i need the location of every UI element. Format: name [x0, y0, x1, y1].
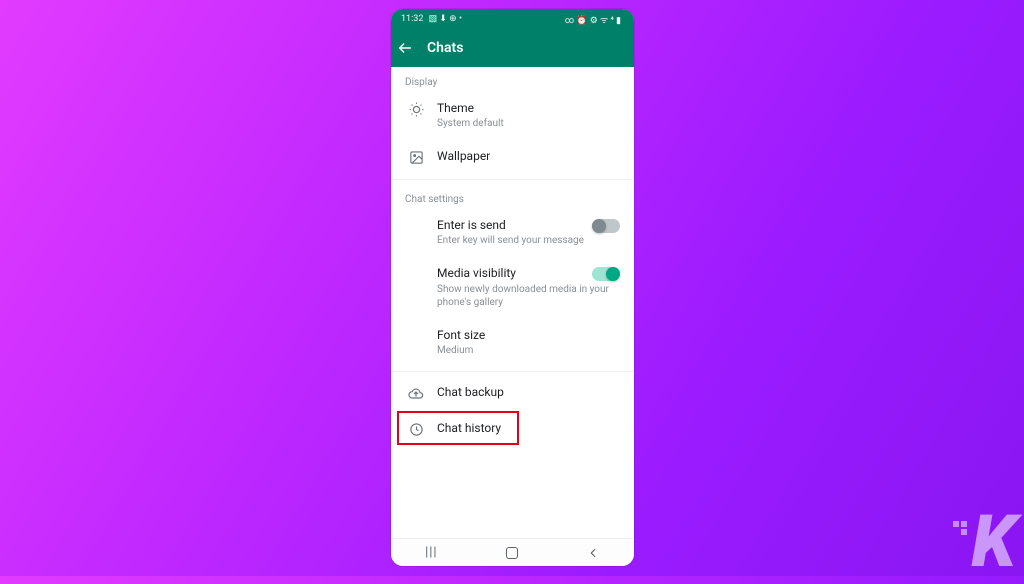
- font-size-title: Font size: [437, 327, 620, 343]
- wallpaper-title: Wallpaper: [437, 148, 620, 164]
- chat-history-title: Chat history: [437, 420, 620, 436]
- android-navbar: |||: [391, 538, 634, 566]
- settings-content: Display Theme System default Wallpaper C…: [391, 67, 634, 447]
- theme-icon: [405, 102, 427, 117]
- enter-is-send-toggle[interactable]: [592, 219, 620, 233]
- row-wallpaper[interactable]: Wallpaper: [391, 140, 634, 175]
- row-theme[interactable]: Theme System default: [391, 92, 634, 140]
- row-chat-backup[interactable]: Chat backup: [391, 376, 634, 412]
- row-chat-history[interactable]: Chat history: [391, 412, 634, 447]
- cloud-upload-icon: [405, 386, 427, 402]
- media-visibility-subtitle: Show newly downloaded media in your phon…: [437, 283, 620, 309]
- section-display-label: Display: [391, 67, 634, 92]
- font-size-subtitle: Medium: [437, 344, 620, 357]
- history-icon: [405, 422, 427, 437]
- wallpaper-icon: [405, 150, 427, 165]
- theme-title: Theme: [437, 100, 620, 116]
- status-bar: 11:32 ▧ ⬇ ⊕ • ∞ ⏰ ⚙ ᯤ ⁴ ▮: [391, 9, 634, 29]
- page-title: Chats: [427, 40, 463, 56]
- enter-is-send-subtitle: Enter key will send your message: [437, 234, 620, 247]
- row-font-size[interactable]: Font size Medium: [391, 319, 634, 367]
- row-enter-is-send[interactable]: Enter is send Enter key will send your m…: [391, 209, 634, 257]
- back-button[interactable]: [397, 40, 425, 56]
- status-time: 11:32: [401, 14, 423, 24]
- section-chatsettings-label: Chat settings: [391, 184, 634, 209]
- chat-backup-title: Chat backup: [437, 384, 620, 400]
- divider: [391, 371, 634, 372]
- watermark: K: [971, 513, 1012, 571]
- status-left-icons: ▧ ⬇ ⊕ •: [429, 14, 462, 24]
- theme-subtitle: System default: [437, 117, 620, 130]
- phone-frame: 11:32 ▧ ⬇ ⊕ • ∞ ⏰ ⚙ ᯤ ⁴ ▮ Chats Display …: [391, 9, 634, 566]
- nav-home-button[interactable]: [506, 547, 518, 559]
- nav-recent-button[interactable]: |||: [425, 545, 438, 560]
- nav-back-button[interactable]: [586, 546, 600, 560]
- status-right-icons: ∞ ⏰ ⚙ ᯤ ⁴ ▮: [565, 16, 621, 26]
- divider: [391, 179, 634, 180]
- row-media-visibility[interactable]: Media visibility Show newly downloaded m…: [391, 257, 634, 318]
- media-visibility-toggle[interactable]: [592, 267, 620, 281]
- app-bar: Chats: [391, 29, 634, 67]
